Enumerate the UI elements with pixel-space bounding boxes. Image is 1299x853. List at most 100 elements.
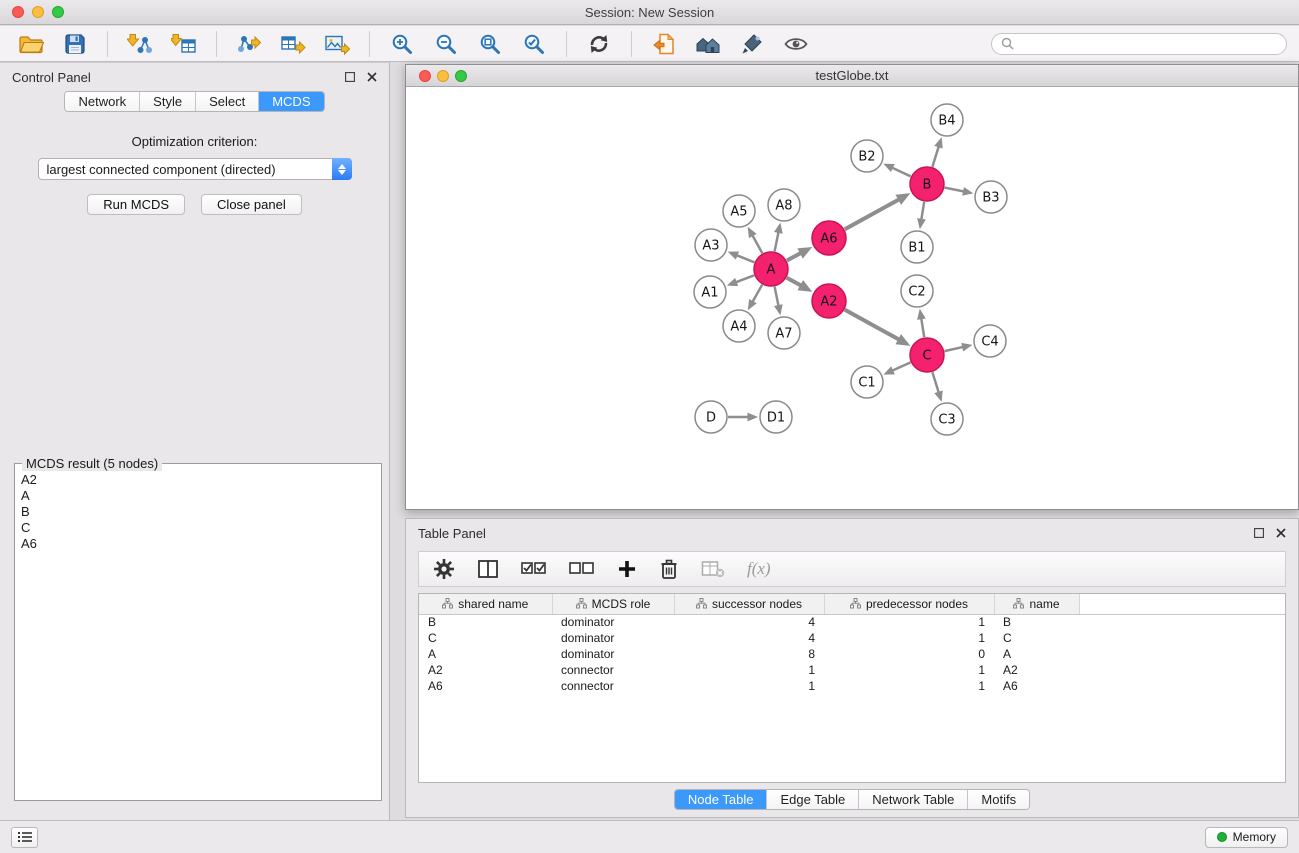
close-panel-button[interactable]: Close panel <box>201 194 302 215</box>
open-session-button[interactable] <box>12 29 50 59</box>
graphics-details-button[interactable] <box>733 29 771 59</box>
graph-edge-B-B2[interactable] <box>892 168 911 177</box>
graph-node-A6[interactable]: A6 <box>812 221 846 255</box>
graph-edge-C-C1[interactable] <box>892 362 911 370</box>
close-panel-icon[interactable] <box>367 72 377 82</box>
table-settings-button[interactable] <box>433 558 455 580</box>
table-row[interactable]: Adominator80A <box>419 646 1285 662</box>
graph-node-B1[interactable]: B1 <box>901 231 933 263</box>
zoom-window-button[interactable] <box>52 6 64 18</box>
mcds-result-item[interactable]: C <box>21 520 375 536</box>
tab-motifs[interactable]: Motifs <box>967 790 1029 809</box>
network-canvas[interactable]: AA1A2A3A4A5A6A7A8BB1B2B3B4CC1C2C3C4DD1 <box>406 87 1298 509</box>
graph-edge-A-A1[interactable] <box>736 275 754 282</box>
table-row[interactable]: A2connector11A2 <box>419 662 1285 678</box>
search-input[interactable] <box>1019 37 1277 51</box>
column-header-successor-nodes[interactable]: successor nodes <box>674 594 824 614</box>
graph-edge-A2-C[interactable] <box>845 310 899 340</box>
table-row[interactable]: Bdominator41B <box>419 614 1285 630</box>
graph-node-A[interactable]: A <box>754 252 788 286</box>
zoom-network-window-button[interactable] <box>455 70 467 82</box>
export-image-button[interactable] <box>318 29 356 59</box>
save-session-button[interactable] <box>56 29 94 59</box>
graph-node-B[interactable]: B <box>910 167 944 201</box>
graph-edge-B-B3[interactable] <box>945 188 964 192</box>
graph-edge-A6-B[interactable] <box>845 199 899 229</box>
graph-node-B4[interactable]: B4 <box>931 104 963 136</box>
deselect-all-button[interactable] <box>569 559 595 579</box>
search-box[interactable] <box>991 33 1287 55</box>
add-column-button[interactable] <box>617 559 637 579</box>
tab-edge-table[interactable]: Edge Table <box>766 790 858 809</box>
zoom-in-button[interactable] <box>383 29 421 59</box>
minimize-network-window-button[interactable] <box>437 70 449 82</box>
zoom-out-button[interactable] <box>427 29 465 59</box>
tab-mcds[interactable]: MCDS <box>258 92 323 111</box>
graph-edge-A-A5[interactable] <box>752 235 762 253</box>
graph-edge-B-B1[interactable] <box>921 202 924 220</box>
close-window-button[interactable] <box>12 6 24 18</box>
graph-edge-A-A2[interactable] <box>787 278 801 286</box>
mcds-result-item[interactable]: A6 <box>21 536 375 552</box>
export-network-button[interactable] <box>230 29 268 59</box>
criterion-dropdown[interactable]: largest connected component (directed) <box>38 158 352 180</box>
graph-edge-A-A8[interactable] <box>775 232 779 251</box>
export-document-button[interactable] <box>645 29 683 59</box>
graph-node-A5[interactable]: A5 <box>723 195 755 227</box>
graph-node-A3[interactable]: A3 <box>695 229 727 261</box>
memory-button[interactable]: Memory <box>1205 827 1288 848</box>
column-header-name[interactable]: name <box>994 594 1079 614</box>
zoom-selected-button[interactable] <box>515 29 553 59</box>
graph-node-B2[interactable]: B2 <box>851 140 883 172</box>
mcds-result-item[interactable]: A2 <box>21 472 375 488</box>
zoom-fit-button[interactable] <box>471 29 509 59</box>
graph-node-C4[interactable]: C4 <box>974 325 1006 357</box>
column-header-mcds-role[interactable]: MCDS role <box>552 594 674 614</box>
graph-edge-C-C2[interactable] <box>921 318 924 337</box>
graph-edge-A-A6[interactable] <box>787 253 801 261</box>
tab-node-table[interactable]: Node Table <box>675 790 767 809</box>
graph-node-A7[interactable]: A7 <box>768 317 800 349</box>
network-window-titlebar[interactable]: testGlobe.txt <box>406 65 1298 87</box>
import-network-button[interactable] <box>121 29 159 59</box>
run-mcds-button[interactable]: Run MCDS <box>87 194 185 215</box>
table-row[interactable]: A6connector11A6 <box>419 678 1285 694</box>
table-row[interactable]: Cdominator41C <box>419 630 1285 646</box>
tab-style[interactable]: Style <box>139 92 195 111</box>
float-panel-icon[interactable] <box>345 72 355 82</box>
tab-network[interactable]: Network <box>65 92 139 111</box>
graph-node-A8[interactable]: A8 <box>768 189 800 221</box>
graph-node-B3[interactable]: B3 <box>975 181 1007 213</box>
minimize-window-button[interactable] <box>32 6 44 18</box>
delete-table-button[interactable] <box>701 559 725 579</box>
select-all-button[interactable] <box>521 559 547 579</box>
close-panel-icon[interactable] <box>1276 528 1286 538</box>
graph-node-A2[interactable]: A2 <box>812 284 846 318</box>
function-builder-button[interactable]: f(x) <box>747 559 771 579</box>
graph-node-C2[interactable]: C2 <box>901 275 933 307</box>
mcds-result-item[interactable]: B <box>21 504 375 520</box>
graph-node-D1[interactable]: D1 <box>760 401 792 433</box>
column-header-predecessor-nodes[interactable]: predecessor nodes <box>824 594 994 614</box>
tab-network-table[interactable]: Network Table <box>858 790 967 809</box>
graph-edge-C-C3[interactable] <box>932 372 938 393</box>
tab-select[interactable]: Select <box>195 92 258 111</box>
graph-node-A1[interactable]: A1 <box>694 276 726 308</box>
graph-edge-B-B4[interactable] <box>932 146 938 167</box>
graph-edge-A-A3[interactable] <box>737 255 755 262</box>
graph-node-A4[interactable]: A4 <box>723 310 755 342</box>
show-columns-button[interactable] <box>477 559 499 579</box>
apply-layout-button[interactable] <box>580 29 618 59</box>
task-history-button[interactable] <box>11 827 38 848</box>
graph-edge-A-A4[interactable] <box>752 285 762 302</box>
column-header-shared-name[interactable]: shared name <box>419 594 552 614</box>
graph-node-C[interactable]: C <box>910 338 944 372</box>
graph-node-D[interactable]: D <box>695 401 727 433</box>
graph-node-C1[interactable]: C1 <box>851 366 883 398</box>
graph-edge-C-C4[interactable] <box>945 347 964 351</box>
graph-edge-A-A7[interactable] <box>775 287 779 306</box>
close-network-window-button[interactable] <box>419 70 431 82</box>
import-table-button[interactable] <box>165 29 203 59</box>
export-table-button[interactable] <box>274 29 312 59</box>
mcds-result-item[interactable]: A <box>21 488 375 504</box>
